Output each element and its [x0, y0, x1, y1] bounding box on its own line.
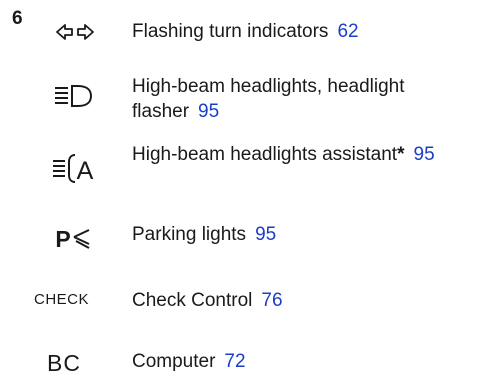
page-reference-link[interactable]: 95: [198, 101, 219, 122]
page-reference-link[interactable]: 72: [224, 351, 245, 372]
entry-text: Computer: [132, 351, 216, 372]
section-number: 6: [12, 8, 23, 29]
high-beam-icon: [55, 85, 93, 107]
entry-text: High-beam headlights, headlight flasher: [132, 76, 405, 122]
entry-text: High-beam headlights assistant: [132, 144, 398, 165]
page-reference-link[interactable]: 62: [337, 21, 358, 42]
page-reference-link[interactable]: 95: [255, 224, 276, 245]
entry-text: Check Control: [132, 290, 253, 311]
page-reference-link[interactable]: 76: [261, 290, 282, 311]
parking-lights-icon: P: [55, 226, 90, 252]
entry-text: Flashing turn indicators: [132, 21, 329, 42]
assistant-a-glyph: A: [77, 157, 94, 185]
computer-icon: BC: [47, 350, 81, 376]
check-control-icon: CHECK: [34, 291, 90, 308]
high-beam-assistant-icon: A: [53, 154, 94, 185]
page-reference-link[interactable]: 95: [414, 144, 435, 165]
footnote-marker: *: [397, 144, 405, 165]
turn-indicators-icon: [56, 24, 94, 40]
parking-p-glyph: P: [55, 226, 70, 252]
entry-text: Parking lights: [132, 224, 247, 245]
